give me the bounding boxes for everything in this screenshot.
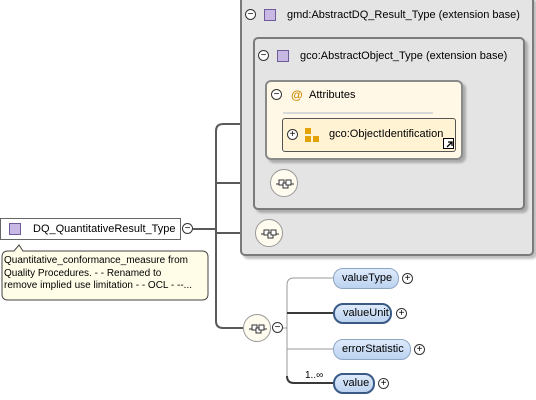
collapse-toggle[interactable]: − — [271, 89, 282, 100]
element-label: value — [343, 377, 370, 389]
attribute-group[interactable]: + gco:ObjectIdentification — [282, 118, 456, 152]
expand-toggle[interactable]: + — [402, 273, 413, 284]
expand-toggle[interactable]: + — [287, 129, 298, 140]
object-type-label: gco:AbstractObject_Type (extension base) — [300, 50, 508, 62]
attributes-label: Attributes — [309, 89, 356, 101]
complex-type-icon — [277, 50, 289, 62]
element-value[interactable]: value — [333, 373, 375, 394]
divider — [283, 112, 433, 114]
collapse-toggle[interactable]: − — [245, 9, 256, 20]
documentation-text: Quantitative_conformance_measure from Qu… — [4, 255, 209, 293]
expand-toggle[interactable]: + — [396, 308, 407, 319]
complex-type-icon — [264, 9, 276, 21]
sequence-compositor-icon[interactable] — [255, 219, 283, 247]
element-value-type[interactable]: valueType — [333, 268, 399, 289]
doc-line: remove implied use limitation - - OCL - … — [4, 280, 193, 291]
sequence-compositor-icon[interactable] — [270, 169, 298, 197]
element-label: valueType — [342, 272, 393, 284]
expand-toggle[interactable]: + — [414, 344, 425, 355]
collapse-toggle[interactable]: − — [182, 223, 193, 234]
collapse-toggle[interactable]: − — [258, 50, 269, 61]
doc-line: Quality Procedures. - - Renamed to — [4, 267, 162, 279]
attribute-at-icon: @ — [291, 88, 303, 102]
collapse-toggle[interactable]: − — [272, 322, 283, 333]
complex-type-icon — [9, 223, 21, 235]
element-label: valueUnit — [343, 307, 389, 319]
expand-toggle[interactable]: + — [378, 378, 389, 389]
root-type-label: DQ_QuantitativeResult_Type — [33, 223, 176, 235]
cardinality-label: 1..∞ — [305, 370, 324, 381]
attribute-group-label: gco:ObjectIdentification — [329, 128, 444, 140]
root-type-box[interactable]: DQ_QuantitativeResult_Type — [0, 218, 181, 240]
extension-base-label: gmd:AbstractDQ_Result_Type (extension ba… — [287, 9, 520, 21]
element-label: errorStatistic — [342, 343, 404, 355]
sequence-compositor-icon[interactable] — [243, 314, 271, 342]
element-error-statistic[interactable]: errorStatistic — [333, 339, 411, 360]
attribute-group-icon — [305, 128, 319, 142]
element-value-unit[interactable]: valueUnit — [333, 303, 392, 324]
doc-line: Quantitative_conformance_measure from — [4, 255, 188, 266]
reference-arrow-icon — [443, 138, 454, 149]
